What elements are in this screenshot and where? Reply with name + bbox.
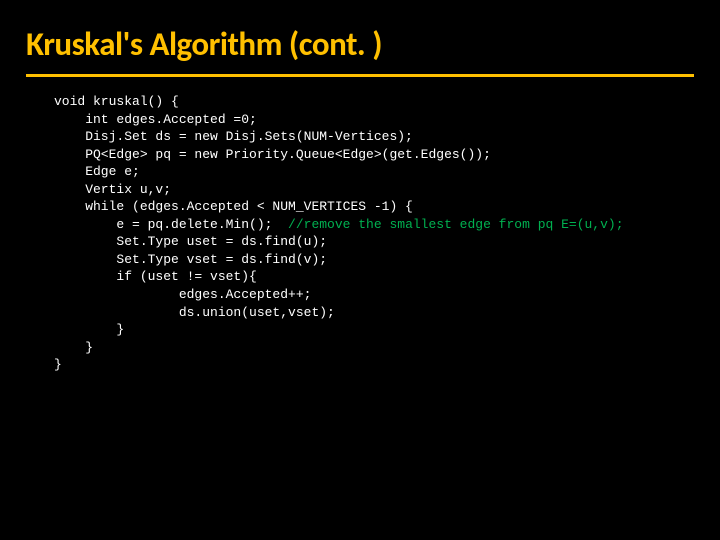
code-line: Edge e; (54, 164, 140, 179)
code-block: void kruskal() { int edges.Accepted =0; … (54, 93, 694, 374)
code-line: Set.Type vset = ds.find(v); (54, 252, 327, 267)
code-line: while (edges.Accepted < NUM_VERTICES -1)… (54, 199, 413, 214)
code-line: edges.Accepted++; (54, 287, 311, 302)
code-line: e = pq.delete.Min(); (54, 217, 288, 232)
code-comment: //remove the smallest edge from pq E=(u,… (288, 217, 623, 232)
code-line: } (54, 357, 62, 372)
code-line: PQ<Edge> pq = new Priority.Queue<Edge>(g… (54, 147, 491, 162)
code-line: } (54, 340, 93, 355)
code-line: } (54, 322, 124, 337)
code-line: Disj.Set ds = new Disj.Sets(NUM-Vertices… (54, 129, 413, 144)
code-line: void kruskal() { (54, 94, 179, 109)
code-line: if (uset != vset){ (54, 269, 257, 284)
slide-title: Kruskal's Algorithm (cont. ) (26, 24, 694, 77)
code-line: int edges.Accepted =0; (54, 112, 257, 127)
slide: Kruskal's Algorithm (cont. ) void kruska… (0, 0, 720, 540)
code-line: Vertix u,v; (54, 182, 171, 197)
code-line: ds.union(uset,vset); (54, 305, 335, 320)
code-line: Set.Type uset = ds.find(u); (54, 234, 327, 249)
